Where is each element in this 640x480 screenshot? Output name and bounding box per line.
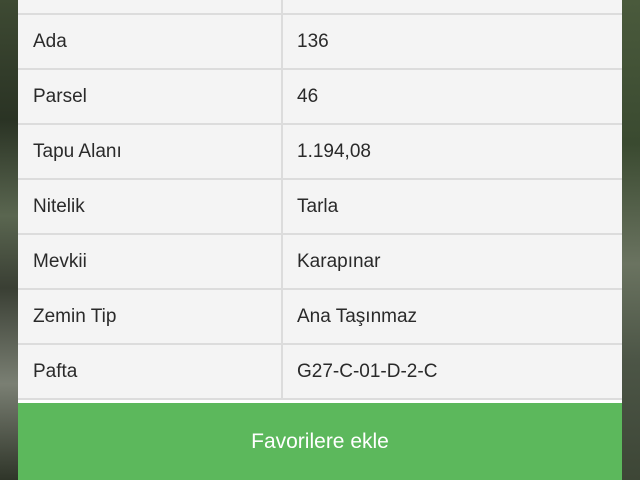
table-row-zemin-tip: Zemin Tip Ana Taşınmaz (18, 290, 622, 345)
row-label-nitelik: Nitelik (18, 180, 283, 233)
row-label (18, 0, 283, 13)
row-value-mevkii: Karapınar (297, 250, 381, 272)
row-label-parsel: Parsel (18, 70, 283, 123)
table-row-partial (18, 0, 622, 15)
row-label-ada: Ada (18, 15, 283, 68)
row-label-pafta: Pafta (18, 345, 283, 398)
parcel-info-table: Ada 136 Parsel 46 Tapu Alanı 1.194,08 Ni… (18, 0, 622, 400)
row-value-tapu-alani: 1.194,08 (297, 140, 371, 162)
row-label-mevkii: Mevkii (18, 235, 283, 288)
parcel-info-panel: Ada 136 Parsel 46 Tapu Alanı 1.194,08 Ni… (18, 0, 622, 480)
row-label-zemin-tip: Zemin Tip (18, 290, 283, 343)
row-value-pafta: G27-C-01-D-2-C (297, 360, 438, 382)
add-to-favorites-button[interactable]: Favorilere ekle (18, 403, 622, 480)
table-row-pafta: Pafta G27-C-01-D-2-C (18, 345, 622, 400)
row-value (283, 0, 622, 13)
table-row-mevkii: Mevkii Karapınar (18, 235, 622, 290)
background-right (620, 0, 640, 480)
table-row-nitelik: Nitelik Tarla (18, 180, 622, 235)
row-value-zemin-tip: Ana Taşınmaz (297, 305, 418, 327)
row-value-nitelik: Tarla (297, 195, 339, 217)
table-row-parsel: Parsel 46 (18, 70, 622, 125)
table-row-tapu-alani: Tapu Alanı 1.194,08 (18, 125, 622, 180)
row-value-ada: 136 (297, 30, 329, 52)
row-value-parsel: 46 (297, 85, 319, 107)
row-label-tapu-alani: Tapu Alanı (18, 125, 283, 178)
table-row-ada: Ada 136 (18, 15, 622, 70)
background-left (0, 0, 20, 480)
